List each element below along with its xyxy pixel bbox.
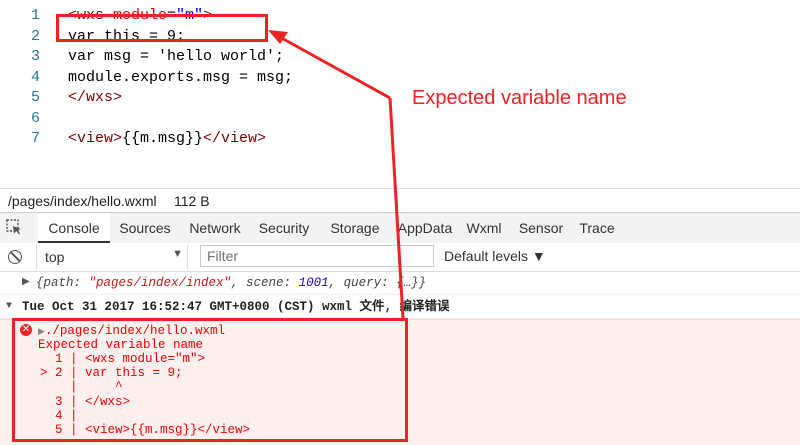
annotation-arrow bbox=[268, 30, 405, 319]
